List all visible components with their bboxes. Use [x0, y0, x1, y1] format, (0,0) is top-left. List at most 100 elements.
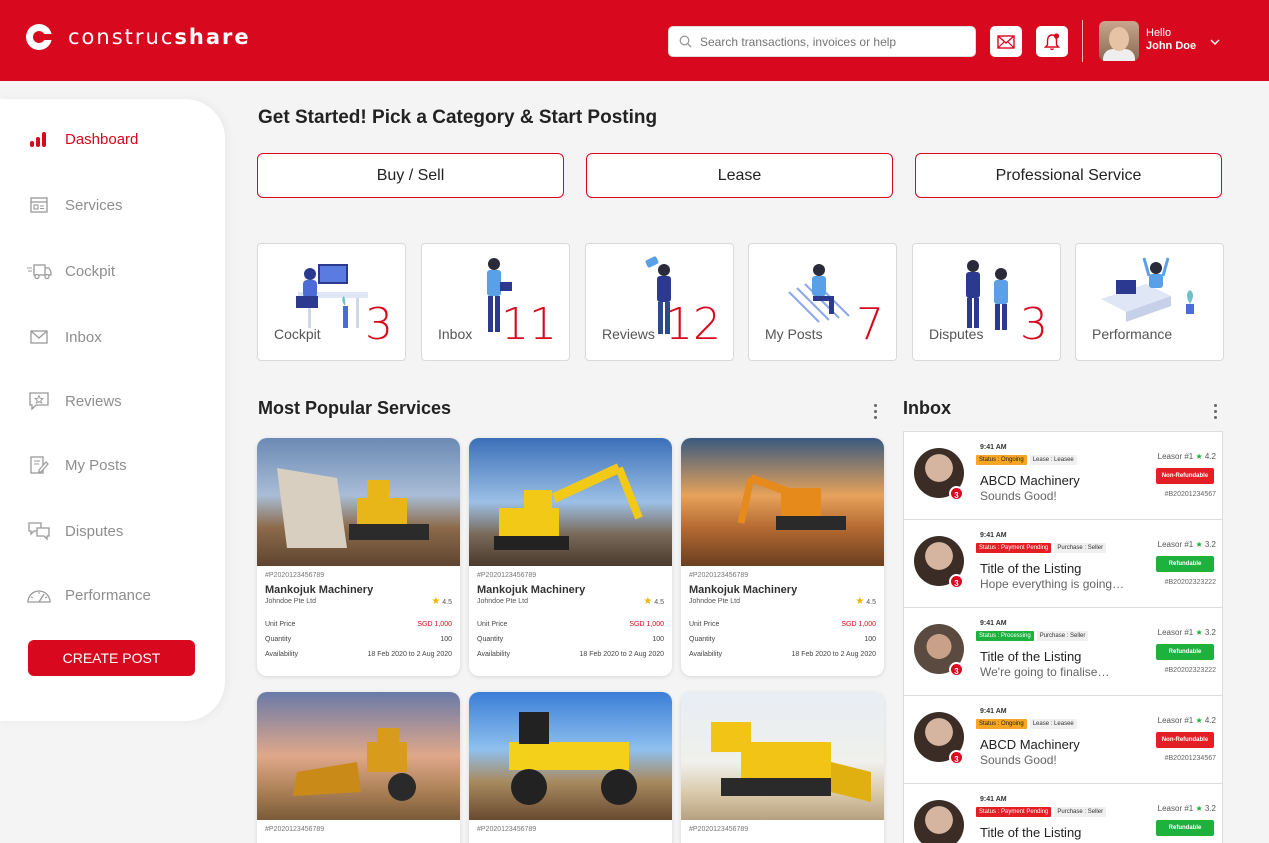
- type-tag: Lease : Leasee: [1029, 455, 1077, 465]
- user-avatar[interactable]: [1099, 21, 1139, 61]
- service-card[interactable]: #P2020123456789 Mankojuk Machinery Johnd…: [469, 438, 672, 676]
- refund-status-badge: Non-Refundable: [1156, 468, 1214, 484]
- message-time: 9:41 AM: [980, 708, 1007, 715]
- message-title: Title of the Listing: [980, 649, 1082, 664]
- sidebar-item-disputes[interactable]: Disputes: [26, 520, 123, 542]
- booking-ref: #B20201234567: [1164, 491, 1216, 498]
- service-id: #P2020123456789: [477, 572, 537, 579]
- gauge-icon: [26, 584, 52, 606]
- sidebar-item-inbox[interactable]: Inbox: [26, 326, 102, 348]
- booking-ref: #B20202323222: [1164, 579, 1216, 586]
- service-rating: ★ 4.5: [855, 596, 876, 607]
- quantity-label: Quantity: [477, 636, 504, 643]
- tile-disputes[interactable]: Disputes 3: [912, 243, 1061, 361]
- service-rating: ★ 4.5: [643, 596, 664, 607]
- mail-button[interactable]: [990, 26, 1022, 57]
- service-title[interactable]: Mankojuk Machinery: [477, 584, 664, 596]
- quantity-label: Quantity: [689, 636, 716, 643]
- service-title[interactable]: Mankojuk Machinery: [265, 584, 452, 596]
- star-icon: ★: [855, 596, 865, 607]
- tile-count: 12: [665, 299, 721, 350]
- service-id: #P2020123456789: [689, 572, 749, 579]
- availability-value: 18 Feb 2020 to 2 Aug 2020: [367, 651, 452, 658]
- tile-count: 3: [1020, 299, 1048, 350]
- sidebar-item-dashboard[interactable]: Dashboard: [26, 128, 138, 150]
- unit-price-label: Unit Price: [689, 621, 720, 628]
- create-post-button[interactable]: CREATE POST: [28, 640, 195, 676]
- service-card[interactable]: #P2020123456789 Mankojuk Machinery Johnd…: [681, 438, 884, 676]
- bell-icon: [1044, 32, 1060, 50]
- inbox-message[interactable]: 9:41 AM Status : Payment Pending Purchase…: [904, 784, 1222, 843]
- category-professional-service-button[interactable]: Professional Service: [915, 153, 1222, 198]
- unread-badge: 3: [949, 662, 964, 677]
- service-image: [257, 692, 460, 820]
- chevron-down-icon[interactable]: [1210, 39, 1220, 46]
- availability-label: Availability: [689, 651, 722, 658]
- sidebar-item-label: Dashboard: [65, 130, 139, 148]
- sidebar-item-label: Performance: [65, 586, 151, 604]
- service-image: [257, 438, 460, 566]
- message-preview: Sounds Good!: [980, 753, 1057, 767]
- sender-avatar: [914, 800, 964, 843]
- search-input[interactable]: [700, 34, 970, 49]
- category-buy-sell-button[interactable]: Buy / Sell: [257, 153, 564, 198]
- tile-inbox[interactable]: Inbox 11: [421, 243, 570, 361]
- service-company: Johndoe Pte Ltd: [689, 598, 740, 605]
- sidebar-item-label: Services: [65, 196, 123, 214]
- unread-badge: 3: [949, 574, 964, 589]
- service-card[interactable]: #P2020123456789: [681, 692, 884, 843]
- user-name: John Doe: [1146, 40, 1197, 52]
- message-time: 9:41 AM: [980, 796, 1007, 803]
- tile-count: 11: [501, 299, 557, 350]
- type-tag: Purchase : Seller: [1054, 807, 1107, 817]
- category-lease-button[interactable]: Lease: [586, 153, 893, 198]
- sidebar: Dashboard Services Cockpit Inbox Reviews…: [0, 99, 225, 721]
- notification-button[interactable]: [1036, 26, 1068, 57]
- tile-label: Reviews: [602, 326, 655, 342]
- refund-status-badge: Refundable: [1156, 556, 1214, 572]
- unit-price-label: Unit Price: [477, 621, 508, 628]
- tile-performance[interactable]: Performance: [1075, 243, 1224, 361]
- service-id: #P2020123456789: [265, 826, 325, 833]
- availability-value: 18 Feb 2020 to 2 Aug 2020: [579, 651, 664, 658]
- search-icon: [679, 35, 692, 48]
- tile-label: Cockpit: [274, 326, 321, 342]
- inbox-message[interactable]: 3 9:41 AM Status : Ongoing Lease : Leasee…: [904, 432, 1222, 520]
- search-bar[interactable]: [668, 26, 976, 57]
- tile-label: Disputes: [929, 326, 984, 342]
- tile-reviews[interactable]: Reviews 12: [585, 243, 734, 361]
- star-chat-icon: [26, 390, 52, 412]
- sidebar-item-my-posts[interactable]: My Posts: [26, 454, 127, 476]
- inbox-message[interactable]: 3 9:41 AM Status : Payment Pending Purcha…: [904, 520, 1222, 608]
- service-card[interactable]: #P2020123456789: [257, 692, 460, 843]
- tile-cockpit[interactable]: Cockpit 3: [257, 243, 406, 361]
- popular-services-menu-icon[interactable]: [874, 404, 878, 422]
- service-title[interactable]: Mankojuk Machinery: [689, 584, 876, 596]
- quantity-value: 100: [440, 636, 452, 643]
- star-icon: ★: [431, 596, 441, 607]
- sidebar-item-services[interactable]: Services: [26, 194, 123, 216]
- inbox-menu-icon[interactable]: [1214, 404, 1218, 422]
- service-id: #P2020123456789: [265, 572, 325, 579]
- inbox-message[interactable]: 3 9:41 AM Status : Processing Purchase : …: [904, 608, 1222, 696]
- service-image: [681, 438, 884, 566]
- edit-icon: [26, 454, 52, 476]
- unit-price-value: SGD 1,000: [417, 621, 452, 628]
- logo[interactable]: construcshare: [26, 24, 251, 50]
- availability-label: Availability: [477, 651, 510, 658]
- user-greeting[interactable]: Hello John Doe: [1146, 27, 1196, 53]
- message-preview: Sounds Good!: [980, 489, 1057, 503]
- inbox-title: Inbox: [903, 398, 951, 418]
- service-card[interactable]: #P2020123456789 Mankojuk Machinery Johnd…: [257, 438, 460, 676]
- sidebar-item-reviews[interactable]: Reviews: [26, 390, 122, 412]
- message-time: 9:41 AM: [980, 444, 1007, 451]
- service-card[interactable]: #P2020123456789: [469, 692, 672, 843]
- sidebar-item-performance[interactable]: Performance: [26, 584, 151, 606]
- sidebar-item-cockpit[interactable]: Cockpit: [26, 260, 115, 282]
- inbox-message[interactable]: 3 9:41 AM Status : Ongoing Lease : Leasee…: [904, 696, 1222, 784]
- tile-label: My Posts: [765, 326, 823, 342]
- sidebar-item-label: Inbox: [65, 328, 102, 346]
- service-rating: ★ 4.5: [431, 596, 452, 607]
- tile-my-posts[interactable]: My Posts 7: [748, 243, 897, 361]
- greeting-text: Hello: [1146, 27, 1172, 39]
